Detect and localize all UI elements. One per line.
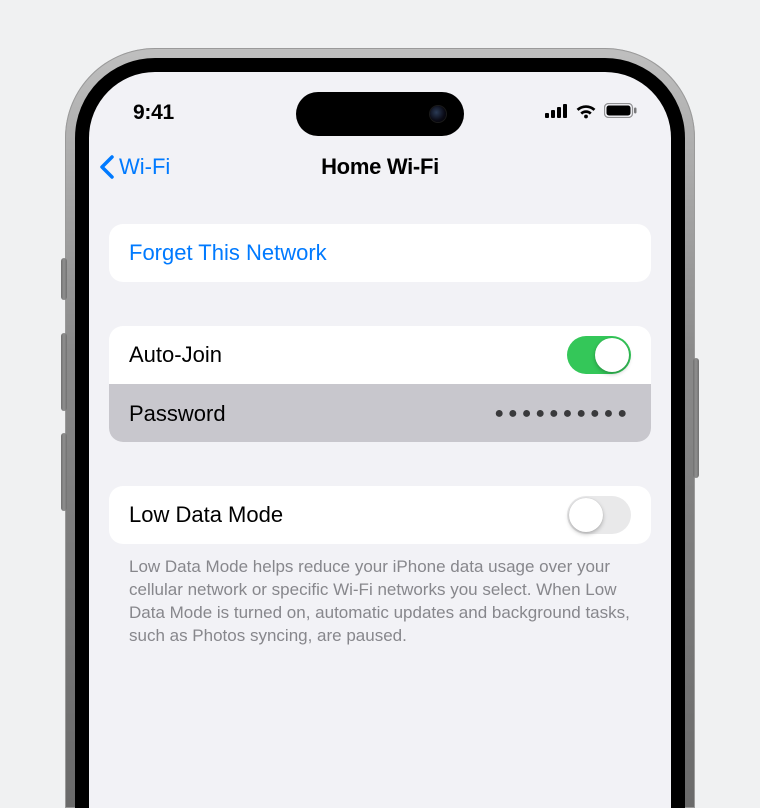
phone-frame: 9:41 [65,48,695,808]
low-data-mode-toggle[interactable] [567,496,631,534]
forget-group: Forget This Network [109,224,651,282]
toggle-knob [569,498,603,532]
forget-network-button[interactable]: Forget This Network [109,224,651,282]
auto-join-toggle[interactable] [567,336,631,374]
connection-group: Auto-Join Password ●●●●●●●●●● [109,326,651,442]
phone-bezel: 9:41 [75,58,685,808]
front-camera [430,106,446,122]
volume-up-button [61,333,67,411]
forget-network-label: Forget This Network [129,240,327,266]
password-row[interactable]: Password ●●●●●●●●●● [109,384,651,442]
low-data-mode-row: Low Data Mode [109,486,651,544]
wifi-icon [575,103,597,124]
side-button [693,358,699,478]
content: Forget This Network Auto-Join Password ●… [89,192,671,648]
dynamic-island [296,92,464,136]
mute-switch [61,258,67,300]
auto-join-label: Auto-Join [129,342,222,368]
back-button[interactable]: Wi-Fi [99,154,170,180]
toggle-knob [595,338,629,372]
nav-bar: Wi-Fi Home Wi-Fi [89,142,671,192]
low-data-group: Low Data Mode [109,486,651,544]
password-label: Password [129,401,226,427]
back-label: Wi-Fi [119,154,170,180]
battery-icon [604,103,637,123]
screen: 9:41 [89,72,671,808]
password-value: ●●●●●●●●●● [494,405,631,423]
low-data-mode-footer: Low Data Mode helps reduce your iPhone d… [109,556,651,648]
low-data-mode-label: Low Data Mode [129,502,283,528]
status-time: 9:41 [133,101,174,125]
status-icons [545,103,637,124]
volume-down-button [61,433,67,511]
cellular-signal-icon [545,104,568,123]
auto-join-row: Auto-Join [109,326,651,384]
page-title: Home Wi-Fi [321,154,439,180]
chevron-left-icon [99,155,115,179]
